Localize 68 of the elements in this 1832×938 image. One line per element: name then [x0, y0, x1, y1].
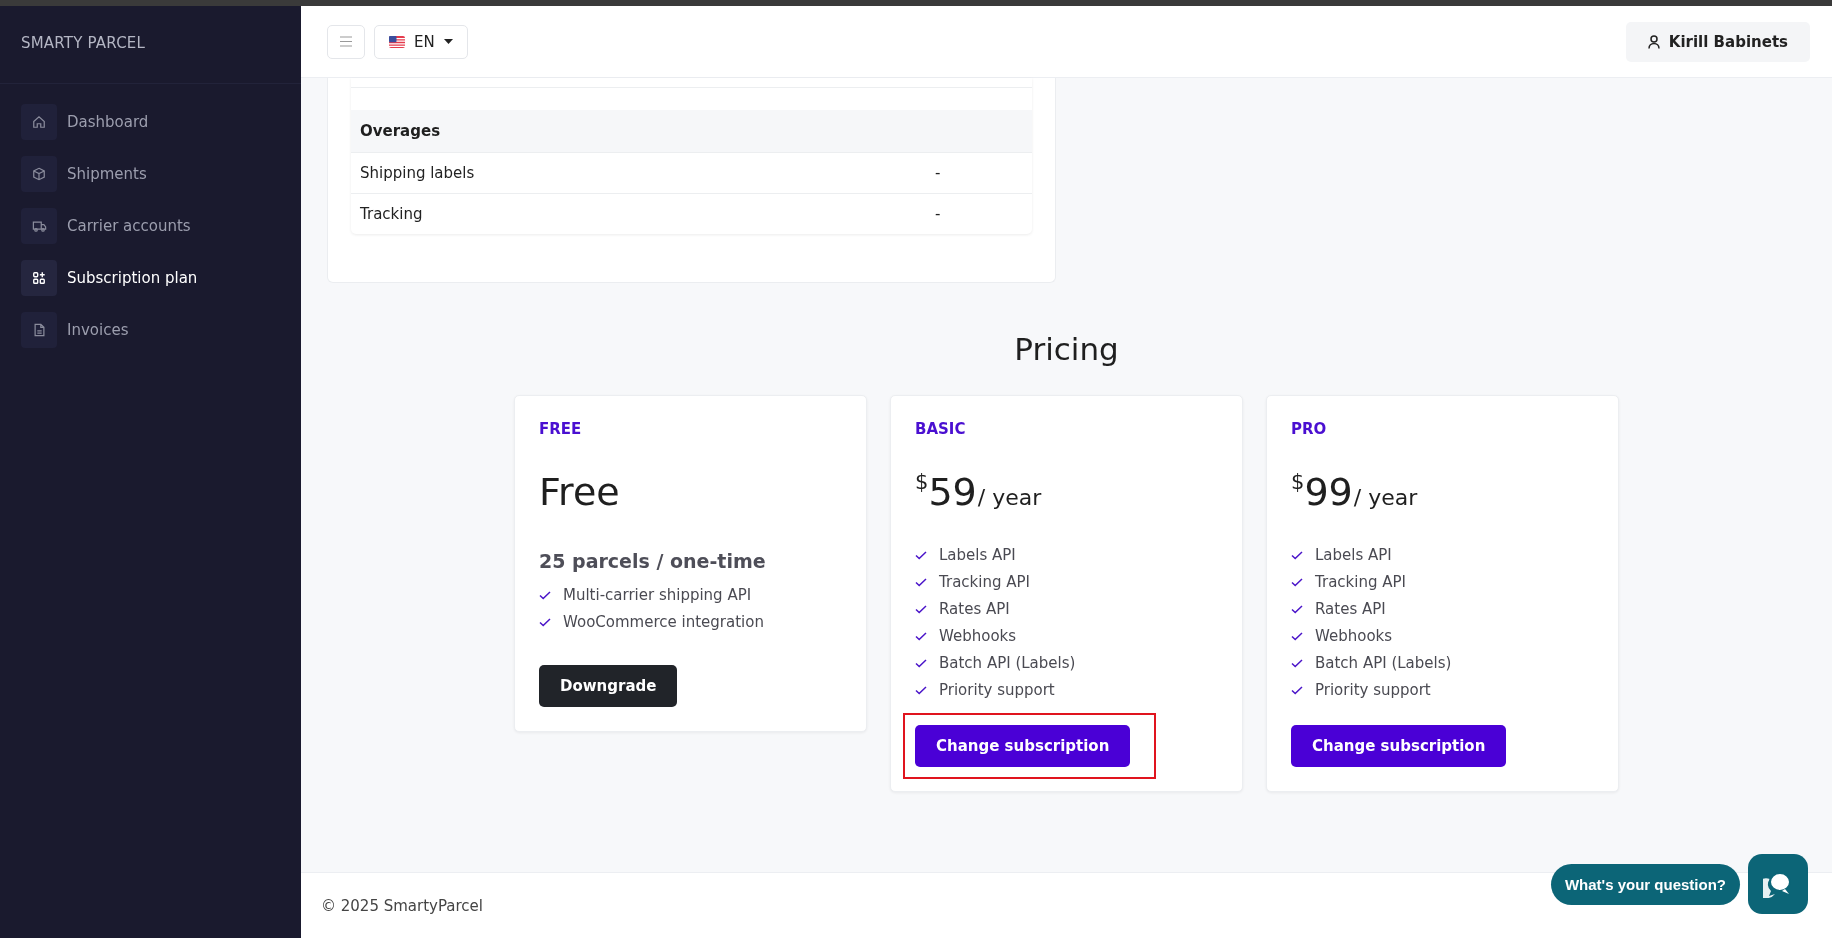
nav-item[interactable]: Shipments: [21, 156, 280, 192]
feature-text: Rates API: [939, 600, 1010, 618]
plan-name: BASIC: [915, 420, 967, 438]
table-section-header: Overages: [351, 110, 1032, 153]
downgrade-button[interactable]: Downgrade: [539, 665, 678, 707]
nav-item[interactable]: Invoices: [21, 312, 280, 348]
user-menu-button[interactable]: Kirill Babinets: [1625, 21, 1810, 62]
billing-period: / year: [1353, 485, 1418, 510]
plan-price: 59: [928, 469, 977, 516]
feature-text: Tracking API: [939, 573, 1030, 591]
check-icon: [1291, 685, 1303, 695]
home-icon: [32, 115, 46, 129]
feature-text: Batch API (Labels): [1315, 654, 1452, 672]
check-icon: [539, 617, 551, 627]
document-icon: [32, 323, 46, 337]
check-icon: [915, 685, 927, 695]
check-icon: [915, 550, 927, 560]
plan-price: 99: [1304, 469, 1353, 516]
box-icon: [32, 167, 46, 181]
plan-name: PRO: [1291, 420, 1328, 438]
change-subscription-button[interactable]: Change subscription: [915, 725, 1131, 767]
plan-price: Free: [539, 469, 621, 516]
check-icon: [1291, 604, 1303, 614]
nav-item[interactable]: Subscription plan: [21, 260, 280, 296]
check-icon: [915, 631, 927, 641]
feature-text: Batch API (Labels): [939, 654, 1076, 672]
check-icon: [915, 577, 927, 587]
table-cell: -: [935, 164, 941, 182]
check-icon: [1291, 550, 1303, 560]
flag-icon: [389, 35, 405, 48]
feature-text: Multi-carrier shipping API: [563, 586, 752, 604]
language-dropdown[interactable]: EN: [374, 24, 468, 59]
plan-quota: 25 parcels / one-time: [539, 550, 767, 572]
table-cell-text: Tracking: [360, 205, 424, 223]
feature-text: WooCommerce integration: [563, 613, 764, 631]
check-icon: [1291, 577, 1303, 587]
feature-text: Tracking API: [1315, 573, 1406, 591]
currency-symbol: $: [915, 470, 929, 494]
table-cell-text: Shipping labels: [360, 164, 476, 182]
chat-prompt-text: What's your question?: [1564, 875, 1726, 893]
pricing-title: Pricing: [1013, 331, 1120, 367]
plan-name: FREE: [539, 420, 583, 438]
check-icon: [1291, 631, 1303, 641]
apps-icon: [32, 271, 46, 285]
check-icon: [1291, 658, 1303, 668]
table-cell: -: [935, 205, 941, 223]
truck-icon: [31, 219, 47, 233]
feature-text: Webhooks: [939, 627, 1017, 645]
change-subscription-button[interactable]: Change subscription: [1291, 725, 1507, 767]
currency-symbol: $: [1291, 470, 1305, 494]
check-icon: [915, 604, 927, 614]
menu-icon: [339, 36, 353, 47]
feature-text: Labels API: [939, 546, 1016, 564]
feature-text: Priority support: [1315, 681, 1431, 699]
chat-button[interactable]: [1748, 854, 1808, 914]
caret-icon: [443, 39, 453, 44]
feature-text: Priority support: [939, 681, 1055, 699]
feature-text: Rates API: [1315, 600, 1386, 618]
chat-prompt-bubble[interactable]: What's your question?: [1550, 863, 1740, 905]
billing-period: / year: [977, 485, 1042, 510]
check-icon: [539, 590, 551, 600]
feature-text: Webhooks: [1315, 627, 1393, 645]
feature-text: Labels API: [1315, 546, 1392, 564]
copyright-text: © 2025 SmartyParcel: [321, 896, 483, 915]
nav-item[interactable]: Carrier accounts: [21, 208, 280, 244]
nav-item[interactable]: Dashboard: [21, 104, 280, 140]
user-icon: [1647, 34, 1660, 49]
check-icon: [915, 658, 927, 668]
